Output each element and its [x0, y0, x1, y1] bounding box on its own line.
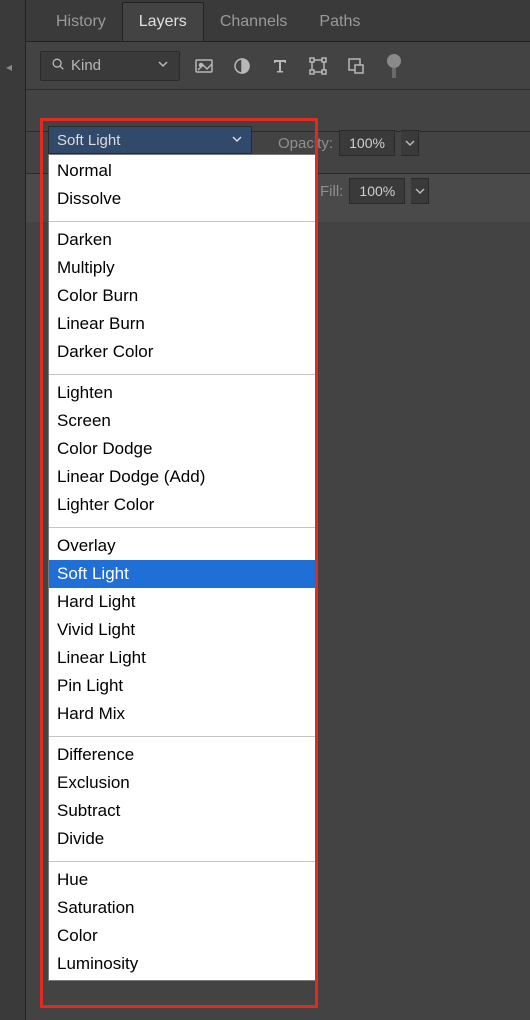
blend-option[interactable]: Vivid Light: [49, 616, 315, 644]
blend-option[interactable]: Color Dodge: [49, 435, 315, 463]
filter-smart-icon[interactable]: [342, 52, 370, 80]
opacity-control: Opacity: 100%: [278, 130, 419, 156]
fill-control: Fill: 100%: [320, 178, 429, 204]
fill-label: Fill:: [320, 183, 343, 200]
blend-mode-current: Soft Light: [57, 132, 120, 149]
filter-type-icon[interactable]: [266, 52, 294, 80]
blend-option[interactable]: Normal: [49, 157, 315, 185]
blend-option[interactable]: Linear Light: [49, 644, 315, 672]
blend-option[interactable]: Subtract: [49, 797, 315, 825]
filter-adjust-icon[interactable]: [228, 52, 256, 80]
panel-tabs: History Layers Channels Paths: [26, 0, 530, 42]
fill-stepper[interactable]: [411, 178, 429, 204]
blend-option[interactable]: Color Burn: [49, 282, 315, 310]
filter-kind-label: Kind: [71, 57, 101, 74]
blend-option[interactable]: Luminosity: [49, 950, 315, 978]
blend-mode-select[interactable]: Soft Light: [48, 126, 252, 154]
filter-kind-select[interactable]: Kind: [40, 51, 180, 81]
blend-option[interactable]: Difference: [49, 741, 315, 769]
blend-option[interactable]: Soft Light: [49, 560, 315, 588]
fill-value[interactable]: 100%: [349, 178, 405, 204]
opacity-value[interactable]: 100%: [339, 130, 395, 156]
blend-option[interactable]: Lighter Color: [49, 491, 315, 519]
search-icon: [51, 57, 65, 75]
dock-collapse-icon[interactable]: ◂: [6, 60, 20, 74]
blend-option[interactable]: Darken: [49, 226, 315, 254]
blend-option[interactable]: Linear Burn: [49, 310, 315, 338]
chevron-down-icon: [157, 57, 169, 74]
blend-option[interactable]: Screen: [49, 407, 315, 435]
blend-option[interactable]: Color: [49, 922, 315, 950]
tab-layers[interactable]: Layers: [122, 2, 204, 41]
layer-filter-row: Kind: [26, 42, 530, 90]
blend-option[interactable]: Dissolve: [49, 185, 315, 213]
tab-history[interactable]: History: [40, 3, 122, 41]
blend-option[interactable]: Lighten: [49, 379, 315, 407]
opacity-label: Opacity:: [278, 135, 333, 152]
tab-channels[interactable]: Channels: [204, 3, 304, 41]
blend-mode-dropdown[interactable]: NormalDissolveDarkenMultiplyColor BurnLi…: [48, 154, 316, 981]
blend-option[interactable]: Darker Color: [49, 338, 315, 366]
blend-option[interactable]: Hard Mix: [49, 700, 315, 728]
blend-option[interactable]: Linear Dodge (Add): [49, 463, 315, 491]
blend-option[interactable]: Overlay: [49, 532, 315, 560]
tab-paths[interactable]: Paths: [303, 3, 376, 41]
blend-option[interactable]: Divide: [49, 825, 315, 853]
blend-option[interactable]: Multiply: [49, 254, 315, 282]
blend-option[interactable]: Exclusion: [49, 769, 315, 797]
filter-pixel-icon[interactable]: [190, 52, 218, 80]
left-dock: ◂: [0, 0, 26, 1020]
blend-option[interactable]: Pin Light: [49, 672, 315, 700]
blend-option[interactable]: Saturation: [49, 894, 315, 922]
opacity-stepper[interactable]: [401, 130, 419, 156]
filter-toggle[interactable]: [380, 52, 408, 80]
chevron-down-icon: [231, 132, 243, 149]
blend-option[interactable]: Hard Light: [49, 588, 315, 616]
blend-mode-control: Soft Light NormalDissolveDarkenMultiplyC…: [48, 126, 252, 154]
blend-option[interactable]: Hue: [49, 866, 315, 894]
filter-shape-icon[interactable]: [304, 52, 332, 80]
